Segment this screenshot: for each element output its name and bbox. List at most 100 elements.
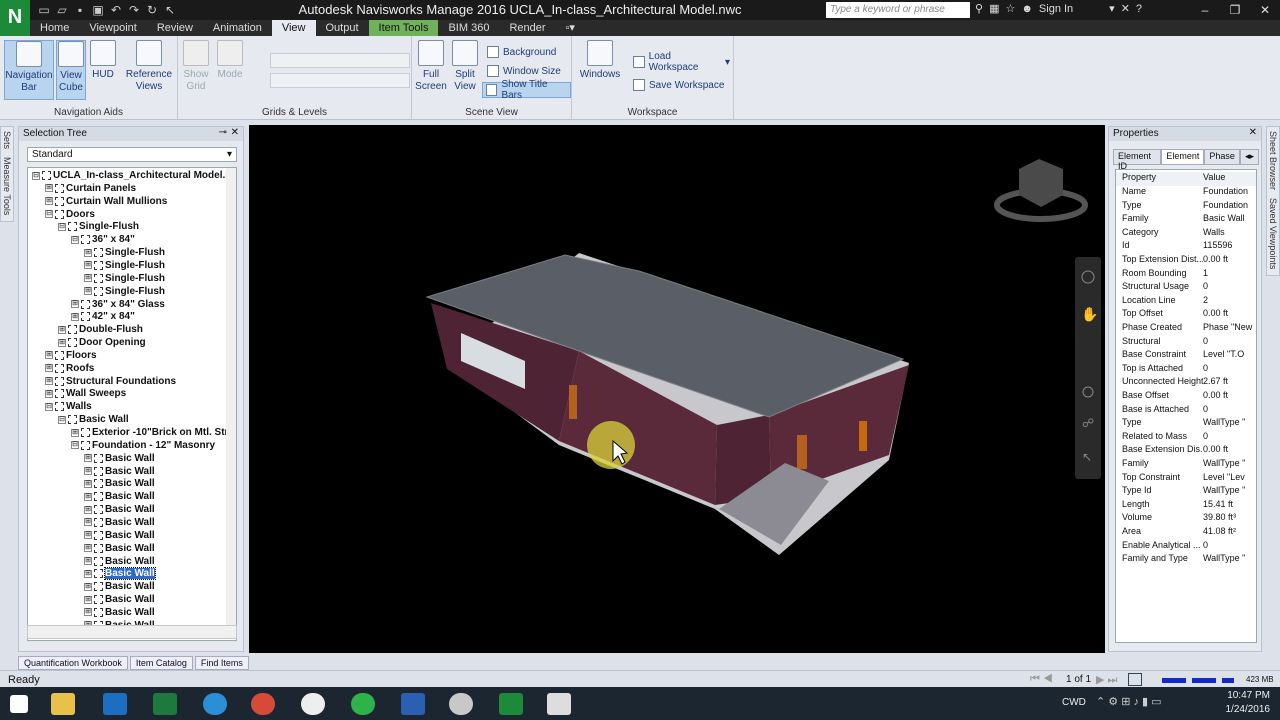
open-folder-icon[interactable]: ▱	[54, 2, 70, 18]
expand-icon[interactable]: ⊞	[45, 197, 53, 206]
view-cube-icon[interactable]	[1019, 159, 1063, 207]
collapse-icon[interactable]: ⊟	[58, 222, 66, 231]
look-icon[interactable]: ☍	[1082, 416, 1094, 430]
expand-icon[interactable]: ⊞	[71, 300, 79, 308]
tree-item[interactable]: ⊟ Basic Wall	[58, 413, 129, 426]
tab-bim-360[interactable]: BIM 360	[438, 20, 499, 36]
expand-icon[interactable]: ⊞	[71, 428, 79, 437]
tab-element[interactable]: Element	[1161, 149, 1205, 165]
page-navigation-icon[interactable]: ⏮ ◀	[1030, 673, 1053, 686]
table-row[interactable]: Type Id WallType "	[1116, 485, 1256, 499]
tree-view[interactable]: ⊟ UCLA_In-class_Architectural Model.n ⊞ Cur…	[27, 167, 237, 641]
table-row[interactable]: Family and Type WallType "	[1116, 553, 1256, 567]
expand-icon[interactable]: ⊞	[84, 492, 92, 501]
tree-item[interactable]: ⊞ Single-Flush	[84, 285, 165, 298]
properties-table[interactable]: Property Value Name Foundation Type Foundat…	[1115, 169, 1257, 643]
tree-horizontal-scrollbar[interactable]	[27, 625, 237, 639]
star-icon[interactable]: ☆	[1005, 2, 1015, 15]
expand-icon[interactable]: ⊞	[84, 274, 92, 283]
binoculars-icon[interactable]: ⚲	[975, 2, 983, 15]
tree-item[interactable]: ⊞ Single-Flush	[84, 259, 165, 272]
tree-item[interactable]: ⊞ Basic Wall	[84, 477, 155, 490]
tree-item[interactable]: ⊞ Double-Flush	[58, 323, 143, 336]
table-row[interactable]: Type Foundation	[1116, 200, 1256, 214]
page-forward-icon[interactable]: ▶ ⏭	[1096, 673, 1117, 687]
expand-icon[interactable]: ⊞	[84, 505, 92, 514]
reference-views-button[interactable]: Reference Views	[124, 40, 174, 93]
expand-icon[interactable]: ⊞	[84, 557, 92, 565]
save-icon[interactable]: ▪	[72, 2, 88, 18]
view-cube-button[interactable]: View Cube	[56, 40, 86, 100]
tab-viewpoint[interactable]: Viewpoint	[79, 20, 147, 36]
tab-item-tools[interactable]: Item Tools	[368, 20, 439, 36]
close-icon[interactable]: ✕	[1249, 127, 1257, 138]
expand-icon[interactable]: ⊞	[45, 351, 53, 360]
expand-icon[interactable]: ⊞	[45, 377, 53, 386]
select-icon[interactable]: ↖	[162, 2, 178, 18]
tray-icons[interactable]: ⌃ ⚙ ⊞ ♪ ▮ ▭	[1096, 695, 1162, 708]
minimize-button[interactable]: –	[1190, 0, 1220, 20]
table-row[interactable]: Enable Analytical ... 0	[1116, 540, 1256, 554]
tab-item-catalog[interactable]: Item Catalog	[129, 656, 193, 670]
subscription-icon[interactable]: ▦	[989, 2, 999, 15]
table-row[interactable]: Name Foundation	[1116, 186, 1256, 200]
pin-icon[interactable]: ⊸	[219, 127, 227, 138]
table-row[interactable]: Structural 0	[1116, 336, 1256, 350]
tree-item[interactable]: ⊟ Single-Flush	[58, 220, 139, 233]
tree-item[interactable]: ⊞ Roofs	[45, 362, 94, 375]
new-file-icon[interactable]: ▭	[36, 2, 52, 18]
tab-view[interactable]: View	[271, 20, 316, 36]
ie-icon[interactable]	[198, 690, 232, 718]
chevron-down-icon[interactable]: ▾	[1109, 2, 1115, 15]
expand-icon[interactable]: ⊞	[84, 287, 92, 296]
table-row[interactable]: Category Walls	[1116, 227, 1256, 241]
start-icon[interactable]	[2, 690, 36, 718]
table-row[interactable]: Top Extension Dist... 0.00 ft	[1116, 254, 1256, 268]
expand-icon[interactable]: ⊞	[84, 261, 92, 270]
table-row[interactable]: Structural Usage 0	[1116, 281, 1256, 295]
window-icon[interactable]	[542, 690, 576, 718]
save-workspace-button[interactable]: Save Workspace	[630, 77, 727, 93]
tree-item[interactable]: ⊞ Basic Wall	[84, 503, 155, 516]
excel-icon[interactable]	[148, 690, 182, 718]
expand-icon[interactable]: ⊞	[45, 184, 53, 193]
file-explorer-icon[interactable]	[46, 690, 80, 718]
expand-icon[interactable]: ⊞	[84, 518, 92, 527]
tree-item[interactable]: ⊞ Basic Wall	[84, 593, 155, 606]
tab-review[interactable]: Review	[147, 20, 203, 36]
tree-item[interactable]: ⊞ Basic Wall	[84, 452, 155, 465]
table-row[interactable]: Base Extension Dis... 0.00 ft	[1116, 444, 1256, 458]
table-row[interactable]: Length 15.41 ft	[1116, 499, 1256, 513]
expand-icon[interactable]: ⊞	[84, 608, 92, 617]
mode-button[interactable]: Mode	[214, 40, 246, 81]
saved-viewpoints-tab[interactable]: Saved Viewpoints	[1267, 194, 1279, 273]
tree-item[interactable]: ⊞ 42" x 84"	[71, 310, 135, 323]
tree-mode-select[interactable]: Standard ▾	[27, 147, 237, 162]
close-button[interactable]: ✕	[1250, 0, 1280, 20]
table-row[interactable]: Family Basic Wall	[1116, 213, 1256, 227]
expand-icon[interactable]: ⊞	[71, 312, 79, 321]
tab-phase[interactable]: Phase	[1204, 149, 1240, 165]
tree-item[interactable]: ⊞ Basic Wall	[84, 567, 156, 581]
table-row[interactable]: Top Constraint Level "Lev	[1116, 472, 1256, 486]
tab-home[interactable]: Home	[30, 20, 79, 36]
grid-mode-dropdown[interactable]	[270, 73, 410, 88]
expand-icon[interactable]: ⊞	[84, 544, 92, 553]
collapse-icon[interactable]: ⊟	[71, 235, 79, 244]
load-workspace-button[interactable]: Load Workspace ▾	[630, 51, 733, 73]
app-logo[interactable]: N	[0, 0, 30, 36]
hud-button[interactable]: HUD	[86, 40, 120, 81]
tree-item[interactable]: ⊞ Structural Foundations	[45, 375, 176, 388]
tree-item[interactable]: ⊞ Basic Wall	[84, 516, 155, 529]
tab-render[interactable]: Render	[499, 20, 555, 36]
tree-item[interactable]: ⊞ Curtain Panels	[45, 182, 136, 195]
tree-item[interactable]: ⊞ Single-Flush	[84, 246, 165, 259]
table-row[interactable]: Type WallType "	[1116, 417, 1256, 431]
tree-item[interactable]: ⊟ Doors	[45, 208, 95, 221]
navigation-bar-button[interactable]: Navigation Bar	[4, 40, 54, 100]
tree-item[interactable]: ⊞ Basic Wall	[84, 465, 155, 478]
navisworks-icon[interactable]	[494, 690, 528, 718]
tree-item[interactable]: ⊞ Basic Wall	[84, 529, 155, 542]
tree-item[interactable]: ⊞ Floors	[45, 349, 97, 362]
clock[interactable]: 10:47 PM 1/24/2016	[1226, 689, 1271, 717]
